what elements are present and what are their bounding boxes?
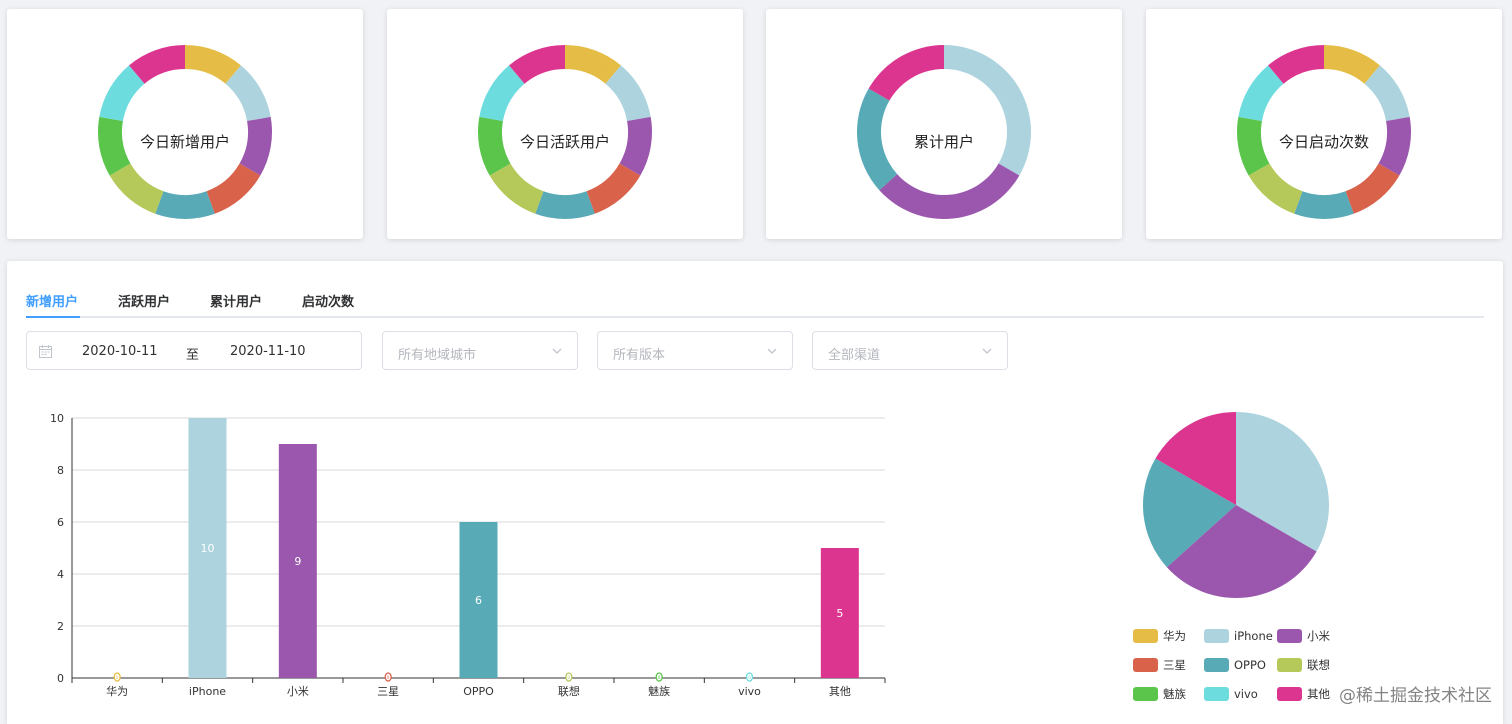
donut-card-launches: 今日启动次数 <box>1146 9 1502 239</box>
calendar-icon <box>39 345 52 358</box>
donut-slice-联想 <box>109 163 164 214</box>
x-tick-label: 华为 <box>106 684 128 698</box>
channel-select-placeholder: 全部渠道 <box>828 348 881 363</box>
donut-label: 今日启动次数 <box>1278 133 1369 151</box>
donut-slice-三星 <box>1345 163 1400 214</box>
x-tick-label: OPPO <box>463 685 494 698</box>
x-tick-label: 魅族 <box>648 684 670 698</box>
legend-swatch <box>1277 687 1302 701</box>
x-tick-label: 联想 <box>558 684 580 698</box>
date-range-picker[interactable]: 2020-10-11 至 2020-11-10 <box>26 331 362 370</box>
bar-value-label: 9 <box>294 555 301 568</box>
donut-slice-iPhone <box>944 45 1031 176</box>
legend-swatch <box>1277 629 1302 643</box>
donut-card-active-users: 今日活跃用户 <box>387 9 743 239</box>
donut-slice-其他 <box>868 45 944 101</box>
tab-active-indicator <box>26 316 80 318</box>
donut-slice-三星 <box>586 163 641 214</box>
donut-label: 今日活跃用户 <box>519 133 610 151</box>
legend-swatch <box>1133 687 1158 701</box>
legend-label: 三星 <box>1163 658 1186 672</box>
bar-value-label: 5 <box>836 607 843 620</box>
donut-card-total-users: 累计用户 <box>766 9 1122 239</box>
legend-swatch <box>1277 658 1302 672</box>
legend-label: OPPO <box>1234 658 1266 672</box>
pie-chart <box>1143 412 1329 598</box>
legend-swatch <box>1204 658 1229 672</box>
date-start[interactable]: 2020-10-11 <box>82 344 158 359</box>
bar-value-label: 0 <box>116 675 119 680</box>
legend-swatch <box>1204 687 1229 701</box>
legend-label: vivo <box>1234 687 1258 701</box>
watermark: @稀土掘金技术社区 <box>1339 686 1492 706</box>
y-tick-label: 6 <box>57 516 64 529</box>
legend-label: 其他 <box>1307 687 1330 701</box>
donut-chart-active-users <box>478 45 652 219</box>
y-tick-label: 4 <box>57 568 64 581</box>
donut-chart-launches <box>1237 45 1411 219</box>
legend-swatch <box>1133 658 1158 672</box>
bar-value-label: 0 <box>748 675 751 680</box>
legend-label: 小米 <box>1307 629 1330 643</box>
x-tick-label: 三星 <box>377 685 399 698</box>
chevron-down-icon <box>767 348 777 354</box>
chevron-down-icon <box>552 348 562 354</box>
legend-label: 华为 <box>1163 629 1186 643</box>
legend-swatch <box>1204 629 1229 643</box>
tab-bar: 新增用户 活跃用户 累计用户 启动次数 <box>26 287 1484 318</box>
date-separator: 至 <box>186 348 200 363</box>
bar-value-label: 6 <box>475 594 482 607</box>
donut-chart-new-users <box>98 45 272 219</box>
donut-slice-OPPO <box>155 191 215 219</box>
donut-card-new-users: 今日新增用户 <box>7 9 363 239</box>
donut-slice-OPPO <box>1294 191 1354 219</box>
bar-chart: 02468100华为10iPhone9小米0三星6OPPO0联想0魅族0vivo… <box>50 412 886 698</box>
donut-slice-联想 <box>1248 163 1303 214</box>
version-select[interactable]: 所有版本 <box>597 331 793 370</box>
date-end[interactable]: 2020-11-10 <box>230 344 306 359</box>
region-select[interactable]: 所有地域城市 <box>382 331 578 370</box>
donut-slice-OPPO <box>535 191 595 219</box>
x-tick-label: 其他 <box>829 685 851 698</box>
tab-new-users[interactable]: 新增用户 <box>26 291 78 310</box>
donut-slice-三星 <box>206 163 261 214</box>
tab-active-users[interactable]: 活跃用户 <box>118 291 170 310</box>
channel-select[interactable]: 全部渠道 <box>812 331 1008 370</box>
tab-launches[interactable]: 启动次数 <box>302 291 354 310</box>
legend-label: 魅族 <box>1163 687 1186 701</box>
version-select-placeholder: 所有版本 <box>613 348 666 363</box>
y-tick-label: 2 <box>57 620 64 633</box>
main-panel: 新增用户 活跃用户 累计用户 启动次数 2020-10-11 至 2020-11… <box>7 261 1503 724</box>
donut-chart-total-users <box>857 45 1031 219</box>
y-tick-label: 0 <box>57 672 64 685</box>
donut-slice-小米 <box>879 163 1020 219</box>
x-tick-label: vivo <box>738 685 761 698</box>
y-tick-label: 10 <box>50 412 64 425</box>
legend-label: iPhone <box>1234 629 1273 643</box>
region-select-placeholder: 所有地域城市 <box>398 348 477 363</box>
bar-value-label: 0 <box>387 675 390 680</box>
x-tick-label: iPhone <box>189 685 226 698</box>
bar-value-label: 0 <box>658 675 661 680</box>
y-tick-label: 8 <box>57 464 64 477</box>
donut-slice-联想 <box>489 163 544 214</box>
donut-label: 今日新增用户 <box>139 133 230 151</box>
x-tick-label: 小米 <box>287 685 309 698</box>
bar-value-label: 10 <box>201 542 215 555</box>
legend-label: 联想 <box>1307 658 1330 672</box>
legend-swatch <box>1133 629 1158 643</box>
chevron-down-icon <box>982 348 992 354</box>
tab-total-users[interactable]: 累计用户 <box>210 291 262 310</box>
donut-label: 累计用户 <box>913 133 974 151</box>
